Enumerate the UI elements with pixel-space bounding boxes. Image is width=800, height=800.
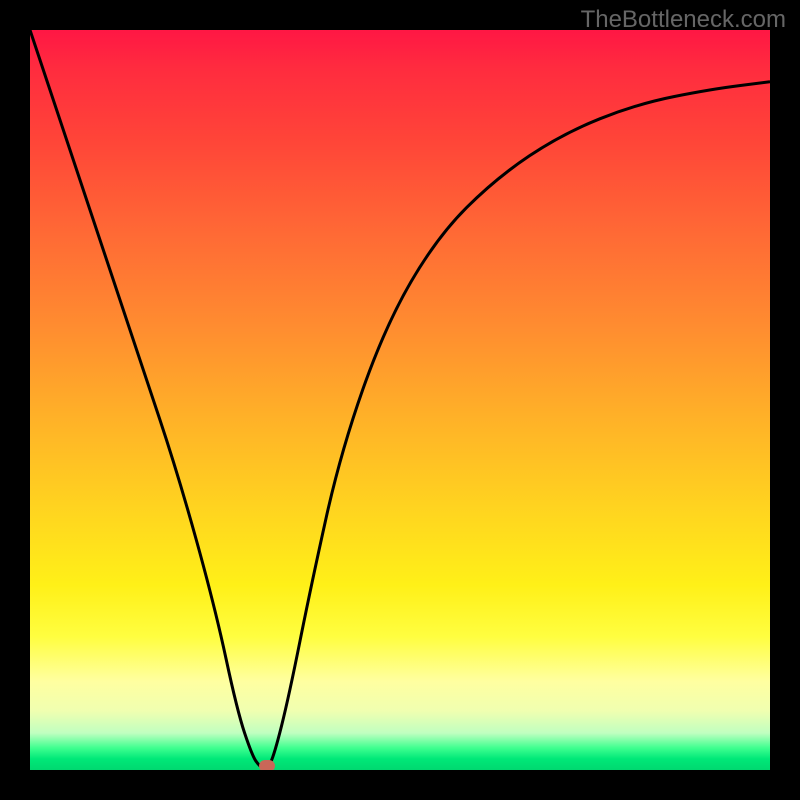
watermark-text: TheBottleneck.com — [581, 6, 786, 34]
curve-layer — [30, 30, 770, 770]
bottleneck-curve-path — [30, 30, 770, 769]
optimal-point-marker — [259, 760, 275, 770]
plot-area — [30, 30, 770, 770]
bottleneck-chart: TheBottleneck.com — [0, 0, 800, 800]
